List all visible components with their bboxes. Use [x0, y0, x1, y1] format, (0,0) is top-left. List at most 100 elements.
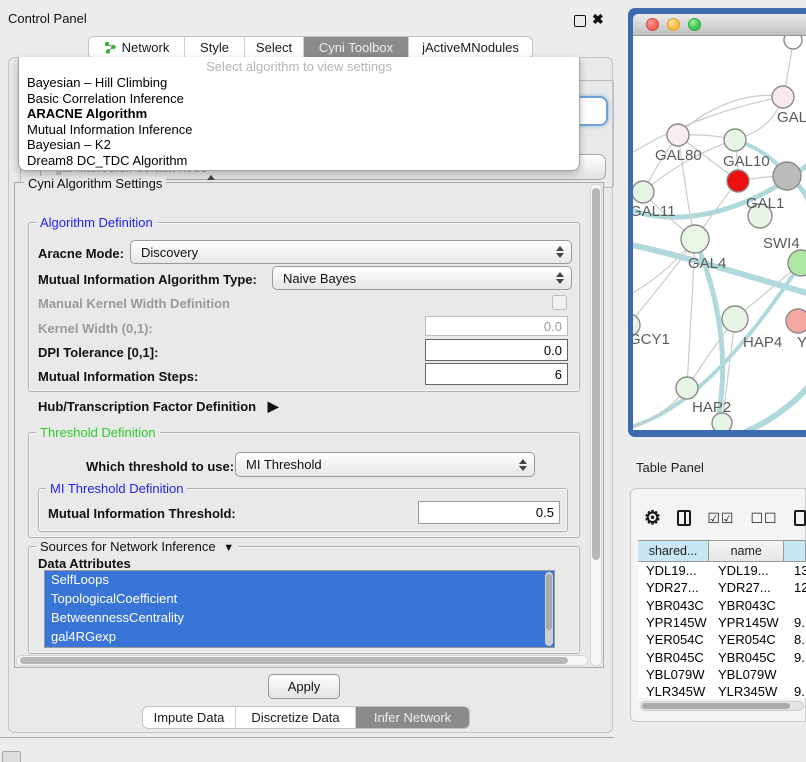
- aracne-mode-value: Discovery: [141, 245, 198, 260]
- cell: YDR27...: [710, 580, 786, 595]
- tab-style[interactable]: Style: [185, 37, 245, 58]
- table-row[interactable]: YBL079WYBL079W: [638, 666, 806, 683]
- minimize-traffic-light-icon[interactable]: [667, 18, 680, 31]
- table-row[interactable]: YPR145WYPR145W9.: [638, 614, 806, 631]
- algorithm-option[interactable]: Mutual Information Inference: [19, 122, 579, 138]
- table-row[interactable]: YDR27...YDR27...12: [638, 579, 806, 596]
- tab-label: Network: [122, 40, 170, 55]
- network-node[interactable]: [633, 181, 654, 203]
- algorithm-option[interactable]: Basic Correlation Inference: [19, 91, 579, 107]
- tab-infer-network[interactable]: Infer Network: [356, 707, 469, 728]
- node-label: Y: [797, 334, 806, 351]
- table-panel-toolbar: ⚙ ☑☑ ☐☐: [644, 504, 806, 532]
- threshold-definition-title: Threshold Definition: [36, 425, 160, 440]
- cell: 9.: [786, 684, 806, 698]
- combo-arrows-icon: [556, 246, 564, 258]
- apply-button[interactable]: Apply: [268, 674, 340, 699]
- cell: YBR043C: [638, 598, 710, 613]
- table-row[interactable]: YBR045CYBR045C9.: [638, 648, 806, 665]
- mi-threshold-field[interactable]: 0.5: [418, 501, 560, 524]
- tab-select[interactable]: Select: [245, 37, 304, 58]
- attribute-item[interactable]: BetweennessCentrality: [45, 609, 554, 628]
- table-hscroll-thumb[interactable]: [642, 703, 790, 709]
- sources-group-title[interactable]: Sources for Network Inference ▼: [36, 539, 238, 554]
- unchecked-pair-icon[interactable]: ☐☐: [750, 510, 777, 527]
- settings-hscroll-thumb[interactable]: [20, 657, 568, 664]
- data-attributes-list[interactable]: SelfLoops TopologicalCoefficient Between…: [44, 570, 555, 648]
- kernel-width-label: Kernel Width (0,1):: [38, 321, 153, 336]
- attribute-item[interactable]: gal4RGexp: [45, 628, 554, 647]
- table-panel-title: Table Panel: [636, 460, 704, 475]
- node-table[interactable]: shared... name YDL19...YDL19...13 YDR27.…: [638, 540, 806, 698]
- data-attributes-label: Data Attributes: [38, 556, 131, 571]
- checked-pair-icon[interactable]: ☑☑: [707, 510, 734, 527]
- dpi-tolerance-field[interactable]: 0.0: [425, 339, 568, 361]
- mi-type-label: Mutual Information Algorithm Type:: [38, 272, 257, 287]
- tab-jactivemnodules[interactable]: jActiveMNodules: [409, 37, 532, 58]
- table-row[interactable]: YDL19...YDL19...13: [638, 562, 806, 579]
- manual-kernel-checkbox[interactable]: [552, 295, 567, 310]
- columns-icon[interactable]: [677, 510, 691, 526]
- tab-label: Select: [256, 40, 292, 55]
- attribute-item[interactable]: SelfLoops: [45, 571, 554, 590]
- network-node[interactable]: [772, 86, 794, 108]
- gear-icon[interactable]: ⚙: [644, 509, 661, 528]
- table-header-row: shared... name: [638, 540, 806, 562]
- hub-definition-expander[interactable]: Hub/Transcription Factor Definition ▶: [38, 398, 279, 415]
- cell: YBL079W: [710, 667, 786, 682]
- algorithm-option[interactable]: Bayesian – K2: [19, 137, 579, 153]
- which-threshold-label: Which threshold to use:: [86, 459, 234, 474]
- node-label: GCY1: [633, 331, 670, 348]
- column-header-name[interactable]: name: [709, 541, 784, 561]
- float-window-icon[interactable]: [574, 15, 586, 27]
- network-node-selected[interactable]: [727, 170, 749, 192]
- network-node[interactable]: [722, 306, 748, 332]
- network-node[interactable]: [773, 162, 801, 190]
- popup-hint: Select algorithm to view settings: [19, 57, 579, 75]
- mi-type-combo[interactable]: Naive Bayes: [272, 266, 572, 290]
- network-node[interactable]: [676, 377, 698, 399]
- algorithm-option-selected[interactable]: ARACNE Algorithm: [19, 106, 579, 122]
- attribute-item[interactable]: TopologicalCoefficient: [45, 590, 554, 609]
- table-row[interactable]: YER054CYER054C8.: [638, 631, 806, 648]
- which-threshold-combo[interactable]: MI Threshold: [235, 452, 535, 477]
- network-icon: [104, 41, 117, 54]
- algorithm-option[interactable]: Dream8 DC_TDC Algorithm: [19, 153, 579, 169]
- settings-vscroll-thumb[interactable]: [592, 188, 600, 560]
- document-icon[interactable]: [794, 510, 806, 526]
- network-node[interactable]: [784, 36, 802, 49]
- aracne-mode-combo[interactable]: Discovery: [130, 240, 572, 264]
- column-header-partial[interactable]: [784, 541, 806, 561]
- tab-impute-data[interactable]: Impute Data: [143, 707, 236, 728]
- column-header-shared-name[interactable]: shared...: [638, 541, 709, 561]
- table-row[interactable]: YLR345WYLR345W9.: [638, 683, 806, 698]
- tab-network[interactable]: Network: [89, 37, 185, 58]
- kernel-width-field[interactable]: 0.0: [425, 316, 568, 336]
- network-window-titlebar[interactable]: [633, 14, 806, 36]
- cell: 12: [786, 580, 806, 595]
- network-node[interactable]: [667, 124, 689, 146]
- algorithm-option[interactable]: Bayesian – Hill Climbing: [19, 75, 579, 91]
- mi-steps-field[interactable]: 6: [425, 363, 568, 385]
- network-canvas[interactable]: GAL GAL80 GAL10 GAL1 GAL11 SWI4 GAL4 GCY…: [633, 36, 806, 430]
- node-label: GAL11: [633, 203, 676, 220]
- node-label: GAL80: [655, 147, 702, 164]
- attribute-list-scroll-thumb[interactable]: [546, 574, 552, 630]
- settings-group-title: Cyni Algorithm Settings: [24, 176, 166, 191]
- panel-divider: [0, 737, 614, 738]
- node-label: HAP4: [743, 334, 782, 351]
- tab-discretize-data[interactable]: Discretize Data: [236, 707, 356, 728]
- expand-arrow-icon: ▶: [268, 398, 279, 414]
- mi-steps-label: Mutual Information Steps:: [38, 369, 198, 384]
- corner-button[interactable]: [2, 751, 21, 762]
- zoom-traffic-light-icon[interactable]: [688, 18, 701, 31]
- network-node[interactable]: [681, 225, 709, 253]
- close-traffic-light-icon[interactable]: [646, 18, 659, 31]
- tab-cyni-toolbox[interactable]: Cyni Toolbox: [304, 37, 409, 58]
- close-icon[interactable]: ✖: [592, 11, 604, 28]
- network-node[interactable]: [724, 129, 746, 151]
- mi-type-value: Naive Bayes: [283, 271, 356, 286]
- node-label: GAL4: [688, 255, 726, 272]
- table-row[interactable]: YBR043CYBR043C: [638, 597, 806, 614]
- network-node[interactable]: [786, 309, 806, 333]
